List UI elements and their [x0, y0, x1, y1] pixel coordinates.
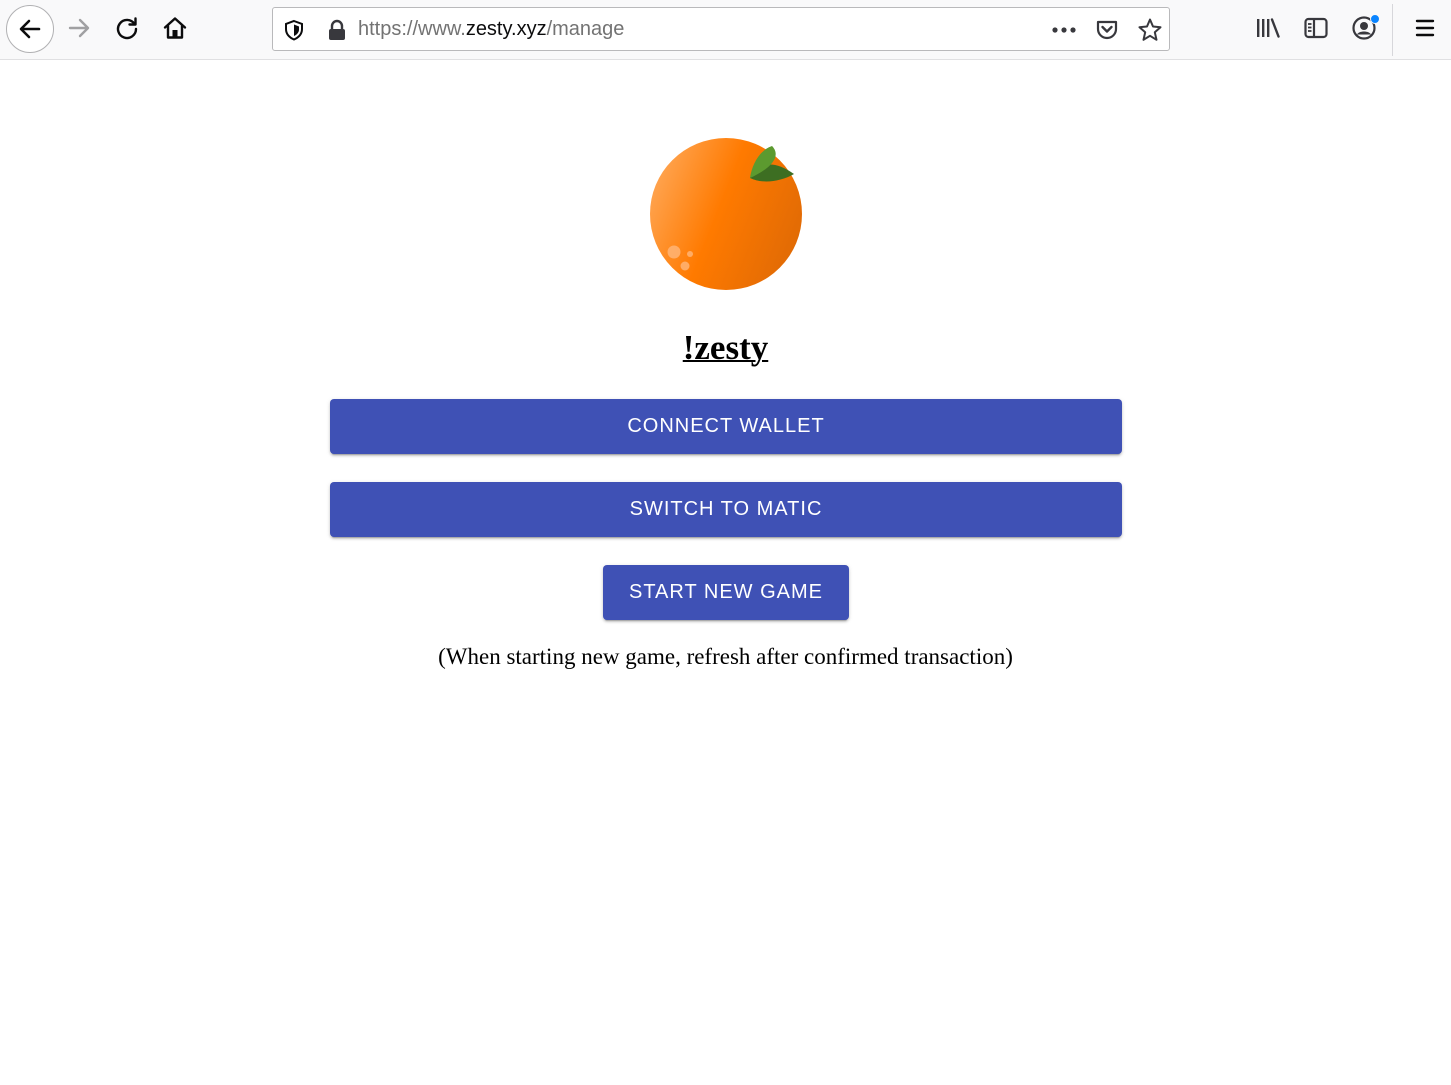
lock-icon[interactable]: [327, 19, 347, 41]
reload-button[interactable]: [105, 6, 149, 50]
forward-button[interactable]: [57, 6, 101, 50]
site-title: !zesty: [0, 328, 1451, 368]
url-text[interactable]: https://www.zesty.xyz/manage: [358, 18, 624, 41]
sidebar-button[interactable]: [1294, 6, 1338, 50]
library-button[interactable]: [1246, 6, 1290, 50]
site-title-link[interactable]: !zesty: [683, 328, 769, 367]
tracking-protection-shield-icon[interactable]: [283, 19, 305, 41]
back-arrow-icon: [19, 19, 41, 39]
notification-badge: [1370, 14, 1380, 24]
library-icon: [1257, 18, 1280, 38]
url-prefix: https://www.: [358, 18, 466, 40]
menu-button[interactable]: [1403, 6, 1447, 50]
forward-arrow-icon: [68, 18, 90, 38]
home-button[interactable]: [153, 6, 197, 50]
start-new-game-button[interactable]: START NEW GAME: [603, 565, 849, 620]
hamburger-menu-icon: [1415, 19, 1435, 37]
more-actions-icon[interactable]: [1051, 18, 1077, 42]
connect-wallet-button[interactable]: CONNECT WALLET: [330, 399, 1122, 454]
sidebar-icon: [1304, 17, 1328, 39]
orange-logo: [648, 136, 804, 292]
refresh-note: (When starting new game, refresh after c…: [438, 644, 1013, 669]
url-domain: zesty.xyz: [465, 18, 547, 40]
account-button[interactable]: [1342, 6, 1386, 50]
orange-icon: [650, 138, 802, 290]
url-bar[interactable]: https://www.zesty.xyz/manage: [272, 7, 1170, 51]
reload-icon: [116, 17, 138, 40]
home-icon: [163, 17, 187, 39]
toolbar-separator: [1392, 4, 1393, 56]
url-path: /manage: [546, 18, 625, 40]
back-button[interactable]: [6, 5, 54, 53]
pocket-icon[interactable]: [1095, 18, 1119, 42]
switch-to-matic-button[interactable]: SWITCH TO MATIC: [330, 482, 1122, 537]
browser-toolbar: https://www.zesty.xyz/manage: [0, 0, 1451, 60]
bookmark-star-icon[interactable]: [1137, 17, 1163, 43]
